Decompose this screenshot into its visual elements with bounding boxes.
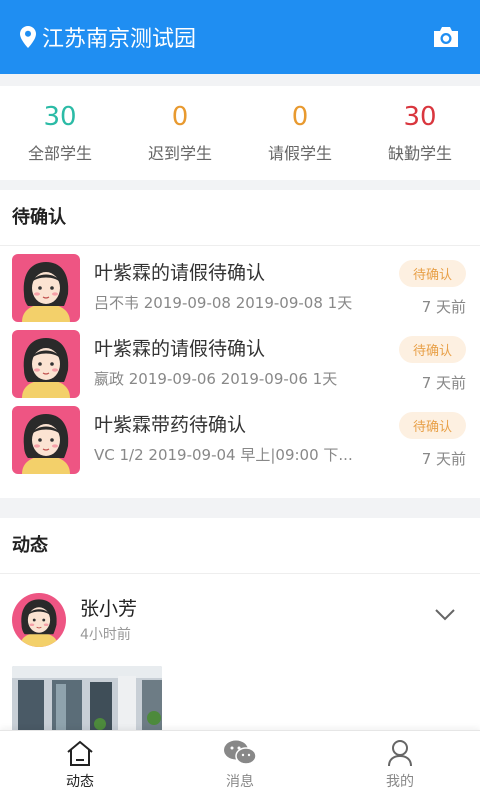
location-pin-icon <box>20 26 36 48</box>
pending-item-detail: 嬴政 2019-09-06 2019-09-06 1天 <box>94 370 338 388</box>
stat-leave-students[interactable]: 0 请假学生 <box>240 86 360 180</box>
pending-item-time: 7 天前 <box>421 298 466 316</box>
pending-item[interactable]: 叶紫霖的请假待确认 嬴政 2019-09-06 2019-09-06 1天 待确… <box>0 330 480 406</box>
bottom-tab-bar: 动态 消息 我的 <box>0 730 480 800</box>
post-author-name: 张小芳 <box>80 598 138 620</box>
stat-late-students[interactable]: 0 迟到学生 <box>120 86 240 180</box>
chevron-down-icon[interactable] <box>434 608 456 622</box>
status-badge: 待确认 <box>398 412 466 439</box>
status-badge: 待确认 <box>398 260 466 287</box>
top-bar: 江苏南京测试园 <box>0 0 480 74</box>
stat-label: 缺勤学生 <box>387 144 452 163</box>
post-time: 4小时前 <box>80 627 131 643</box>
stat-value: 0 <box>171 102 189 132</box>
pending-section: 待确认 叶紫霖的请假待确认 吕不韦 2019-09-08 2019-09-08 … <box>0 190 480 498</box>
location-selector[interactable]: 江苏南京测试园 <box>20 21 196 53</box>
stat-value: 30 <box>43 102 77 132</box>
stat-label: 请假学生 <box>267 144 332 163</box>
section-title: 待确认 <box>0 190 480 246</box>
chat-icon <box>224 740 257 765</box>
user-icon <box>388 740 412 767</box>
tab-feed[interactable]: 动态 <box>0 731 160 800</box>
tab-label: 动态 <box>66 774 94 790</box>
section-title: 动态 <box>0 518 480 574</box>
avatar <box>12 254 80 322</box>
post-photo[interactable] <box>12 666 162 730</box>
camera-icon[interactable] <box>432 25 460 49</box>
avatar[interactable] <box>12 593 66 647</box>
stat-value: 0 <box>291 102 309 132</box>
attendance-stats: 30 全部学生 0 迟到学生 0 请假学生 30 缺勤学生 <box>0 86 480 180</box>
pending-item-detail: VC 1/2 2019-09-04 早上|09:00 下... <box>94 446 353 464</box>
feed-section: 动态 张小芳 4小时前 <box>0 518 480 730</box>
tab-messages[interactable]: 消息 <box>160 731 320 800</box>
pending-list: 叶紫霖的请假待确认 吕不韦 2019-09-08 2019-09-08 1天 待… <box>0 246 480 482</box>
tab-label: 我的 <box>386 774 414 790</box>
tab-profile[interactable]: 我的 <box>320 731 480 800</box>
status-badge: 待确认 <box>398 336 466 363</box>
feed-post-header: 张小芳 4小时前 <box>0 574 480 666</box>
tab-label: 消息 <box>226 774 254 790</box>
pending-item-time: 7 天前 <box>421 374 466 392</box>
pending-item[interactable]: 叶紫霖带药待确认 VC 1/2 2019-09-04 早上|09:00 下...… <box>0 406 480 482</box>
home-icon <box>67 740 93 766</box>
avatar <box>12 330 80 398</box>
location-name: 江苏南京测试园 <box>42 27 197 52</box>
stat-absent-students[interactable]: 30 缺勤学生 <box>360 86 480 180</box>
pending-item-detail: 吕不韦 2019-09-08 2019-09-08 1天 <box>94 294 353 312</box>
pending-item-time: 7 天前 <box>421 450 466 468</box>
stat-label: 全部学生 <box>27 144 92 163</box>
stat-value: 30 <box>403 102 437 132</box>
pending-item[interactable]: 叶紫霖的请假待确认 吕不韦 2019-09-08 2019-09-08 1天 待… <box>0 254 480 330</box>
stat-all-students[interactable]: 30 全部学生 <box>0 86 120 180</box>
stat-label: 迟到学生 <box>147 144 212 163</box>
avatar <box>12 406 80 474</box>
